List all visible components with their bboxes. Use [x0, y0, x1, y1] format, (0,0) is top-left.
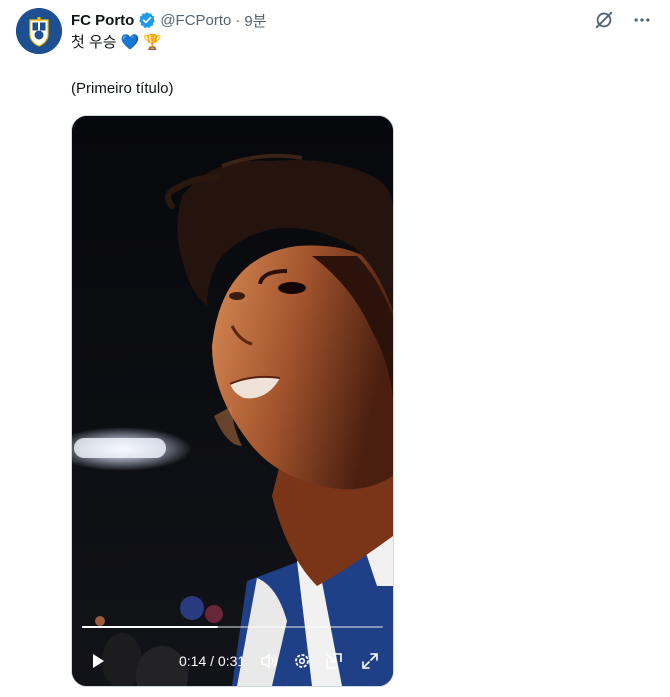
blue-heart-emoji: 💙	[120, 34, 140, 51]
settings-icon[interactable]	[292, 651, 312, 671]
play-icon[interactable]	[88, 651, 108, 671]
picture-in-picture-icon[interactable]	[324, 651, 344, 671]
separator-dot: ·	[235, 11, 241, 29]
fc-porto-crest-icon	[16, 8, 62, 54]
tweet-text-line2: (Primeiro título)	[71, 80, 174, 97]
account-handle[interactable]: @FCPorto	[160, 12, 231, 29]
video-timecode: 0:14 / 0:31	[179, 653, 246, 669]
account-name[interactable]: FC Porto	[71, 12, 134, 29]
avatar[interactable]	[16, 8, 62, 54]
video-progress-fill	[82, 626, 218, 628]
more-icon[interactable]	[630, 8, 654, 32]
trophy-emoji: 🏆	[143, 34, 162, 51]
video-player[interactable]: 0:14 / 0:31	[71, 115, 394, 687]
post-time[interactable]: 9분	[244, 10, 266, 31]
top-actions	[592, 8, 654, 32]
grok-icon[interactable]	[592, 8, 616, 32]
tweet-text: 첫 우승 💙 🏆 (Primeiro título)	[71, 33, 174, 99]
tweet-text-line1: 첫 우승	[71, 34, 117, 51]
video-frame	[72, 116, 393, 686]
video-controls: 0:14 / 0:31	[72, 648, 393, 674]
fullscreen-icon[interactable]	[360, 651, 380, 671]
video-progress-bar[interactable]	[82, 626, 383, 628]
verified-badge-icon	[138, 11, 156, 29]
tweet-header: FC Porto @FCPorto · 9분	[71, 10, 267, 30]
volume-icon[interactable]	[259, 651, 279, 671]
